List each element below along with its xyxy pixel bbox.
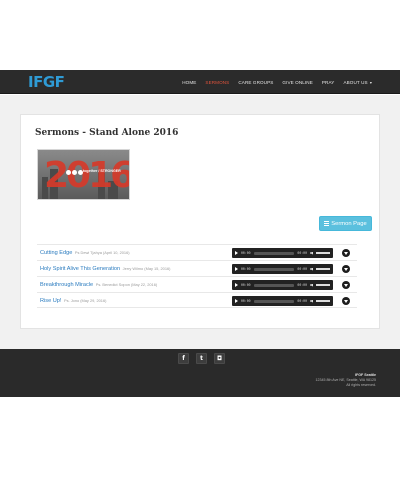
audio-player[interactable]: 00:00 00:00 [232,296,333,306]
nav-item-care-groups[interactable]: CARE GROUPS [238,80,273,85]
current-time: 00:00 [241,283,251,287]
banner-year: 2016 [44,155,130,196]
facebook-icon[interactable]: f [178,353,189,364]
sermon-link[interactable]: Breakthrough Miracle Ps. Benedict Sopon … [40,282,157,288]
navbar: IFGF HOME SERMONS CARE GROUPS GIVE ONLIN… [0,70,400,94]
sermon-title[interactable]: Cutting Edge [40,250,72,256]
volume-icon[interactable] [310,267,313,271]
sermon-meta: Jerry Wilmo (May 15, 2016) [122,266,171,271]
duration: 00:00 [297,283,307,287]
instagram-icon[interactable]: ◘ [214,353,225,364]
sermon-meta: Ps. Jono (May 29, 2016) [64,298,107,303]
sermon-meta: Ps Dewi Tjahya (April 10, 2016) [74,250,130,255]
footer-address-block: IFGF Seattle 12345 8th Ave NE, Seattle, … [315,373,376,388]
nav-item-give-online[interactable]: GIVE ONLINE [282,80,312,85]
volume-slider[interactable] [316,300,330,302]
nav-item-sermons[interactable]: SERMONS [205,80,229,85]
footer-rights: All rights reserved. [346,383,376,387]
sermon-page-button-label: Sermon Page [331,220,367,227]
sermon-list: Cutting Edge Ps Dewi Tjahya (April 10, 2… [37,244,357,308]
twitter-icon[interactable]: t [196,353,207,364]
audio-player[interactable]: 00:00 00:00 [232,264,333,274]
duration: 00:00 [297,299,307,303]
content-card: Sermons - Stand Alone 2016 2016 together… [20,114,380,329]
nav-item-about-us-label: ABOUT US [343,79,368,85]
footer: f t ◘ IFGF Seattle 12345 8th Ave NE, Sea… [0,349,400,397]
sermon-link[interactable]: Cutting Edge Ps Dewi Tjahya (April 10, 2… [40,250,130,256]
main-nav: HOME SERMONS CARE GROUPS GIVE ONLINE PRA… [182,70,372,94]
volume-icon[interactable] [310,299,313,303]
series-banner-image: 2016 together / STRONGER [37,149,130,200]
download-icon[interactable] [342,249,350,257]
duration: 00:00 [297,251,307,255]
sermon-link[interactable]: Rise Up! Ps. Jono (May 29, 2016) [40,298,106,304]
duration: 00:00 [297,267,307,271]
site-logo[interactable]: IFGF [28,74,65,90]
play-icon[interactable] [235,283,238,287]
play-icon[interactable] [235,267,238,271]
audio-player[interactable]: 00:00 00:00 [232,280,333,290]
current-time: 00:00 [241,299,251,303]
volume-icon[interactable] [310,283,313,287]
download-icon[interactable] [342,281,350,289]
volume-slider[interactable] [316,284,330,286]
seek-bar[interactable] [253,299,295,303]
sermon-title[interactable]: Rise Up! [40,298,61,304]
page: IFGF HOME SERMONS CARE GROUPS GIVE ONLIN… [0,0,400,500]
seek-bar[interactable] [253,267,295,271]
sermon-meta: Ps. Benedict Sopon (May 22, 2016) [95,282,158,287]
volume-icon[interactable] [310,251,313,255]
current-time: 00:00 [241,267,251,271]
play-icon[interactable] [235,299,238,303]
download-icon[interactable] [342,297,350,305]
sermon-row: Breakthrough Miracle Ps. Benedict Sopon … [37,276,357,292]
seek-bar[interactable] [253,283,295,287]
audio-player[interactable]: 00:00 00:00 [232,248,333,258]
nav-item-pray[interactable]: PRAY [322,80,335,85]
volume-slider[interactable] [316,268,330,270]
banner-dots-icon [66,170,83,175]
sermon-page-button[interactable]: Sermon Page [319,216,372,231]
sermon-title[interactable]: Breakthrough Miracle [40,282,93,288]
seek-bar[interactable] [253,251,295,255]
social-links: f t ◘ [178,353,225,364]
sermon-title[interactable]: Holy Spirit Alive This Generation [40,266,120,272]
nav-item-home[interactable]: HOME [182,80,196,85]
page-title: Sermons - Stand Alone 2016 [35,128,179,138]
nav-item-about-us[interactable]: ABOUT US ▾ [343,80,372,85]
sermon-row: Cutting Edge Ps Dewi Tjahya (April 10, 2… [37,244,357,260]
download-icon[interactable] [342,265,350,273]
sermon-row: Holy Spirit Alive This Generation Jerry … [37,260,357,276]
list-icon [324,221,330,226]
volume-slider[interactable] [316,252,330,254]
banner-brand-text: together / STRONGER [83,169,121,173]
sermon-link[interactable]: Holy Spirit Alive This Generation Jerry … [40,266,170,272]
current-time: 00:00 [241,251,251,255]
caret-down-icon: ▾ [368,79,372,85]
sermon-row: Rise Up! Ps. Jono (May 29, 2016) 00:00 0… [37,292,357,308]
play-icon[interactable] [235,251,238,255]
